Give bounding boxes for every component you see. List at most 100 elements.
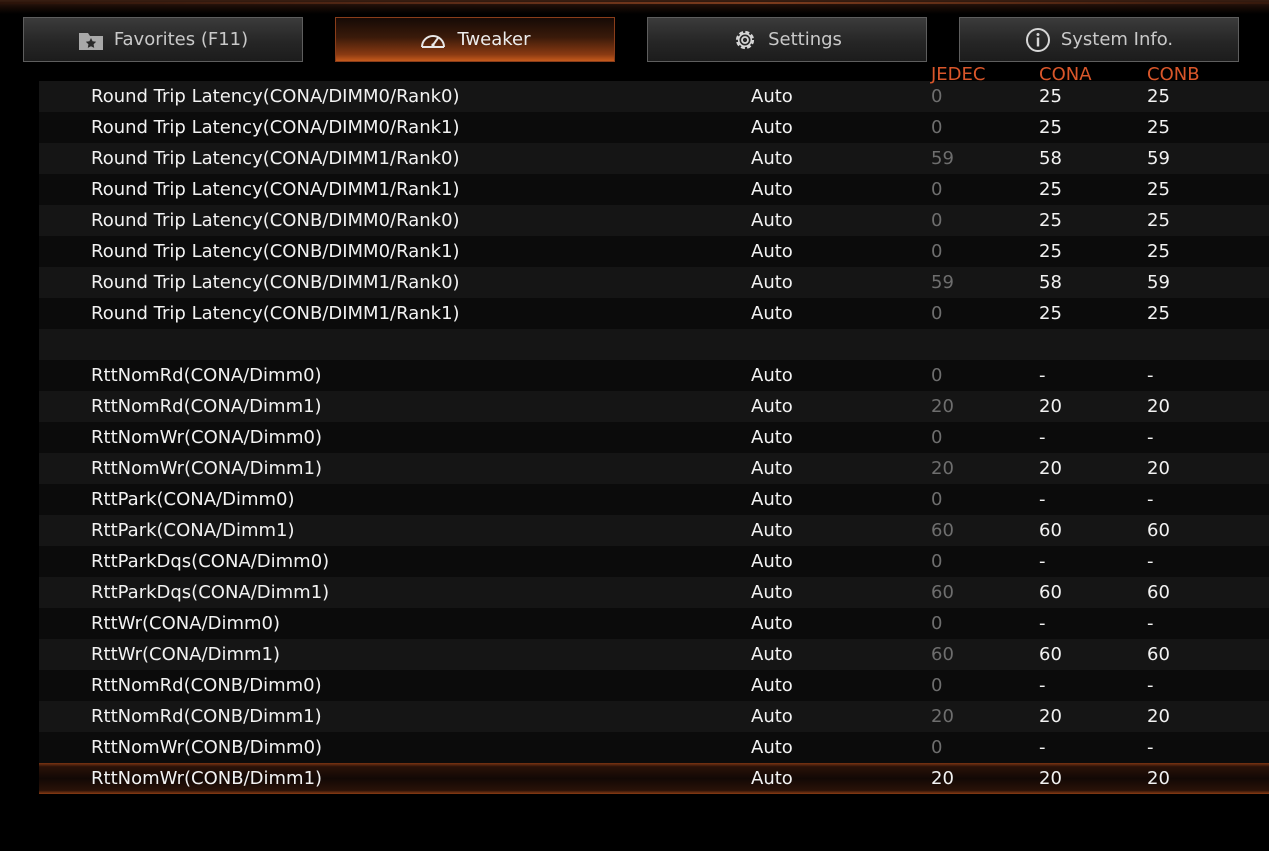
cona-value: - (1039, 427, 1046, 448)
tab-tweaker[interactable]: Tweaker (335, 17, 615, 62)
cona-value: - (1039, 613, 1046, 634)
setting-value: Auto (751, 148, 793, 169)
favorites-star-icon (78, 32, 103, 50)
conb-value: 25 (1147, 210, 1170, 231)
setting-value: Auto (751, 489, 793, 510)
jedec-value: 60 (931, 582, 954, 603)
setting-value: Auto (751, 179, 793, 200)
jedec-value: 0 (931, 427, 943, 448)
cona-value: 25 (1039, 241, 1062, 262)
setting-value: Auto (751, 86, 793, 107)
jedec-value: 0 (931, 675, 943, 696)
conb-value: 25 (1147, 117, 1170, 138)
conb-value: 25 (1147, 86, 1170, 107)
jedec-value: 0 (931, 551, 943, 572)
jedec-value: 20 (931, 396, 954, 417)
setting-row[interactable]: RttWr(CONA/Dimm0) Auto 0 - - (39, 608, 1269, 639)
setting-name: RttNomWr(CONB/Dimm1) (91, 768, 323, 789)
setting-name: Round Trip Latency(CONB/DIMM0/Rank0) (91, 210, 460, 231)
cona-value: - (1039, 365, 1046, 386)
setting-row[interactable]: RttNomWr(CONA/Dimm1) Auto 20 20 20 (39, 453, 1269, 484)
conb-value: 60 (1147, 644, 1170, 665)
tab-favorites-label: Favorites (F11) (113, 29, 249, 50)
setting-row[interactable]: RttParkDqs(CONA/Dimm1) Auto 60 60 60 (39, 577, 1269, 608)
setting-value: Auto (751, 241, 793, 262)
conb-value: 25 (1147, 303, 1170, 324)
setting-name: Round Trip Latency(CONA/DIMM0/Rank0) (91, 86, 460, 107)
jedec-value: 0 (931, 365, 943, 386)
conb-value: 60 (1147, 582, 1170, 603)
top-accent-bar (0, 0, 1269, 14)
setting-value: Auto (751, 520, 793, 541)
setting-name: Round Trip Latency(CONA/DIMM1/Rank1) (91, 179, 460, 200)
setting-name: RttNomRd(CONB/Dimm1) (91, 706, 322, 727)
setting-row[interactable]: Round Trip Latency(CONA/DIMM0/Rank1) Auto… (39, 112, 1269, 143)
cona-value: 20 (1039, 706, 1062, 727)
jedec-value: 59 (931, 148, 954, 169)
setting-row[interactable]: RttNomRd(CONA/Dimm0) Auto 0 - - (39, 360, 1269, 391)
column-header-jedec: JEDEC (931, 64, 986, 85)
setting-value: Auto (751, 303, 793, 324)
tab-favorites[interactable]: Favorites (F11) (23, 17, 303, 62)
conb-value: - (1147, 675, 1154, 696)
jedec-value: 0 (931, 613, 943, 634)
conb-value: - (1147, 737, 1154, 758)
cona-value: 20 (1039, 396, 1062, 417)
setting-row[interactable]: RttNomWr(CONB/Dimm1) Auto 20 20 20 (39, 763, 1269, 794)
setting-row[interactable]: Round Trip Latency(CONB/DIMM1/Rank1) Auto… (39, 298, 1269, 329)
conb-value: 25 (1147, 241, 1170, 262)
setting-name: RttWr(CONA/Dimm0) (91, 613, 281, 634)
tab-settings[interactable]: Settings (647, 17, 927, 62)
setting-row[interactable]: RttNomRd(CONA/Dimm1) Auto 20 20 20 (39, 391, 1269, 422)
gear-icon (735, 30, 755, 49)
setting-row[interactable]: Round Trip Latency(CONB/DIMM0/Rank1) Auto… (39, 236, 1269, 267)
jedec-value: 60 (931, 644, 954, 665)
setting-row[interactable]: Round Trip Latency(CONB/DIMM0/Rank0) Auto… (39, 205, 1269, 236)
cona-value: - (1039, 489, 1046, 510)
cona-value: - (1039, 675, 1046, 696)
jedec-value: 60 (931, 520, 954, 541)
setting-name: Round Trip Latency(CONA/DIMM1/Rank0) (91, 148, 460, 169)
setting-row[interactable]: RttNomWr(CONB/Dimm0) Auto 0 - - (39, 732, 1269, 763)
setting-row[interactable]: RttParkDqs(CONA/Dimm0) Auto 0 - - (39, 546, 1269, 577)
conb-value: 20 (1147, 768, 1170, 789)
setting-name: RttPark(CONA/Dimm0) (91, 489, 295, 510)
setting-name: RttNomRd(CONB/Dimm0) (91, 675, 322, 696)
setting-row[interactable]: Round Trip Latency(CONA/DIMM0/Rank0) Auto… (39, 81, 1269, 112)
jedec-value: 59 (931, 272, 954, 293)
setting-row[interactable]: Round Trip Latency(CONB/DIMM1/Rank0) Auto… (39, 267, 1269, 298)
setting-name: RttNomWr(CONA/Dimm0) (91, 427, 323, 448)
setting-row[interactable]: RttNomWr(CONA/Dimm0) Auto 0 - - (39, 422, 1269, 453)
setting-row[interactable]: Round Trip Latency(CONA/DIMM1/Rank1) Auto… (39, 174, 1269, 205)
cona-value: 60 (1039, 582, 1062, 603)
cona-value: 58 (1039, 148, 1062, 169)
conb-value: 60 (1147, 520, 1170, 541)
jedec-value: 0 (931, 86, 943, 107)
conb-value: - (1147, 427, 1154, 448)
info-icon (1025, 27, 1050, 52)
setting-name: RttWr(CONA/Dimm1) (91, 644, 281, 665)
setting-name: RttNomWr(CONB/Dimm0) (91, 737, 323, 758)
setting-value: Auto (751, 117, 793, 138)
cona-value: 20 (1039, 458, 1062, 479)
conb-value: 20 (1147, 396, 1170, 417)
tab-system-info[interactable]: System Info. (959, 17, 1239, 62)
tab-system-info-label: System Info. (1060, 29, 1174, 50)
setting-row[interactable]: RttPark(CONA/Dimm1) Auto 60 60 60 (39, 515, 1269, 546)
setting-row[interactable]: RttNomRd(CONB/Dimm1) Auto 20 20 20 (39, 701, 1269, 732)
setting-value: Auto (751, 644, 793, 665)
conb-value: - (1147, 613, 1154, 634)
tab-settings-label: Settings (768, 29, 842, 50)
setting-value: Auto (751, 396, 793, 417)
setting-value: Auto (751, 210, 793, 231)
setting-value: Auto (751, 675, 793, 696)
setting-row[interactable]: RttNomRd(CONB/Dimm0) Auto 0 - - (39, 670, 1269, 701)
cona-value: - (1039, 551, 1046, 572)
setting-row[interactable]: RttPark(CONA/Dimm0) Auto 0 - - (39, 484, 1269, 515)
cona-value: 60 (1039, 520, 1062, 541)
jedec-value: 0 (931, 737, 943, 758)
column-header-conb: CONB (1147, 64, 1200, 85)
setting-row[interactable]: RttWr(CONA/Dimm1) Auto 60 60 60 (39, 639, 1269, 670)
setting-row[interactable]: Round Trip Latency(CONA/DIMM1/Rank0) Auto… (39, 143, 1269, 174)
cona-value: 25 (1039, 179, 1062, 200)
